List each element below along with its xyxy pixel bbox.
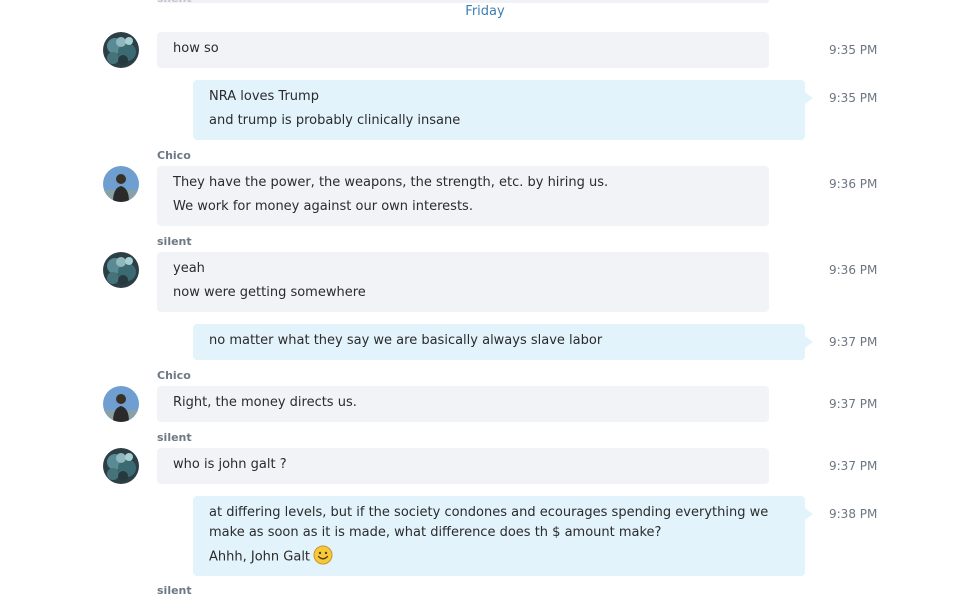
message-timestamp: 9:35 PM xyxy=(829,91,878,105)
avatar-silent[interactable] xyxy=(103,448,139,484)
message-bubble-incoming[interactable]: how so xyxy=(157,32,769,68)
previous-message-edge xyxy=(157,0,769,3)
sender-name: silent xyxy=(157,235,192,248)
message-timestamp: 9:36 PM xyxy=(829,177,878,191)
message-text: now were getting somewhere xyxy=(173,285,366,300)
message-timestamp: 9:38 PM xyxy=(829,507,878,521)
message-bubble-incoming[interactable]: They have the power, the weapons, the st… xyxy=(157,166,769,226)
message-timestamp: 9:36 PM xyxy=(829,263,878,277)
sender-name: silent xyxy=(157,584,192,597)
message-bubble-outgoing[interactable]: NRA loves Trump and trump is probably cl… xyxy=(193,80,813,140)
message-bubble-incoming[interactable]: who is john galt ? xyxy=(157,448,769,484)
message-text: Right, the money directs us. xyxy=(173,395,357,410)
avatar-chico-image xyxy=(103,386,139,422)
message-timestamp: 9:37 PM xyxy=(829,397,878,411)
message-timestamp: 9:37 PM xyxy=(829,335,878,349)
message-text: Ahhh, John Galt xyxy=(209,549,311,565)
avatar-silent-image xyxy=(103,448,139,484)
message-text: how so xyxy=(173,41,219,56)
message-bubble-outgoing[interactable]: at differing levels, but if the society … xyxy=(193,496,813,576)
sender-name: Chico xyxy=(157,149,191,162)
message-text: who is john galt ? xyxy=(173,457,287,472)
avatar-chico[interactable] xyxy=(103,166,139,202)
sender-name: Chico xyxy=(157,369,191,382)
message-text: We work for money against our own intere… xyxy=(173,199,473,214)
sender-name: silent xyxy=(157,431,192,444)
message-text: yeah xyxy=(173,261,205,276)
message-bubble-outgoing[interactable]: no matter what they say we are basically… xyxy=(193,324,813,360)
message-timestamp: 9:35 PM xyxy=(829,43,878,57)
avatar-silent[interactable] xyxy=(103,32,139,68)
message-text-with-emoji: Ahhh, John Galt xyxy=(209,545,789,568)
date-separator: Friday xyxy=(465,4,505,19)
avatar-chico[interactable] xyxy=(103,386,139,422)
message-text: They have the power, the weapons, the st… xyxy=(173,175,609,190)
avatar-silent[interactable] xyxy=(103,252,139,288)
smile-emoji-icon xyxy=(313,545,333,565)
message-bubble-incoming[interactable]: Right, the money directs us. xyxy=(157,386,769,422)
avatar-chico-image xyxy=(103,166,139,202)
message-text: and trump is probably clinically insane xyxy=(209,113,461,128)
message-text: NRA loves Trump xyxy=(209,89,319,104)
avatar-silent-image xyxy=(103,252,139,288)
message-text: no matter what they say we are basically… xyxy=(209,333,603,348)
message-bubble-incoming[interactable]: yeah now were getting somewhere xyxy=(157,252,769,312)
avatar-silent-image xyxy=(103,32,139,68)
message-timestamp: 9:37 PM xyxy=(829,459,878,473)
message-text: at differing levels, but if the society … xyxy=(209,505,769,540)
